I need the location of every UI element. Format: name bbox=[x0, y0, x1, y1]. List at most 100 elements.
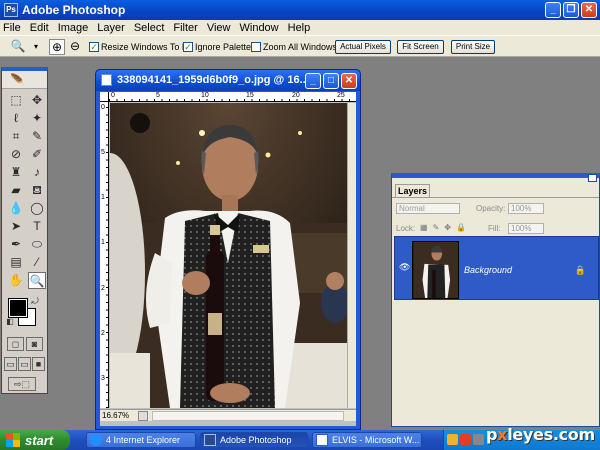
type-icon[interactable]: T bbox=[28, 218, 46, 235]
standard-screen-icon[interactable]: ▭ bbox=[4, 357, 17, 371]
toolbox-header: 🪶 bbox=[2, 71, 47, 89]
ruler-vertical[interactable]: 0 5 1 1 2 2 3 bbox=[100, 102, 109, 408]
slice-icon[interactable]: ✎ bbox=[28, 128, 46, 145]
vertical-scrollbar[interactable] bbox=[347, 103, 356, 408]
blur-icon[interactable]: 💧 bbox=[7, 200, 25, 217]
actual-pixels-button[interactable]: Actual Pixels bbox=[335, 40, 391, 54]
menu-help[interactable]: Help bbox=[288, 22, 311, 34]
magic-wand-icon[interactable]: ✦ bbox=[28, 110, 46, 127]
toolbox-palette: 🪶 ⬚ ✥ ℓ ✦ ⌗ ✎ ⊘ ✐ ♜ ♪ ▰ ⛾ 💧 ◯ ➤ T ✒ ⬭ ▤ … bbox=[1, 67, 48, 394]
fill-field[interactable]: 100% bbox=[508, 223, 544, 234]
start-button[interactable]: start bbox=[0, 430, 70, 450]
zoom-in-icon[interactable]: ⊕ bbox=[49, 39, 65, 55]
standard-mode-icon[interactable]: ◻ bbox=[7, 337, 24, 351]
minimize-button[interactable]: _ bbox=[545, 2, 561, 18]
shape-icon[interactable]: ⬭ bbox=[28, 236, 46, 253]
document-window: 338094141_1959d6b0f9_o.jpg @ 16.... _ □ … bbox=[95, 69, 361, 430]
foreground-color-swatch[interactable] bbox=[8, 298, 28, 318]
taskbar-item-word[interactable]: ELVIS - Microsoft W... bbox=[312, 432, 422, 448]
layers-palette: Layers Normal Opacity: 100% Lock: ▦ ✎ ✥ … bbox=[391, 173, 600, 427]
menu-bar: File Edit Image Layer Select Filter View… bbox=[0, 20, 600, 35]
task-label: 4 Internet Explorer bbox=[106, 435, 181, 445]
menu-image[interactable]: Image bbox=[58, 22, 89, 34]
ruler-label: 0 bbox=[101, 104, 105, 111]
lock-transparency-icon[interactable]: ▦ bbox=[420, 223, 428, 232]
ruler-horizontal[interactable]: 0 5 10 15 20 25 bbox=[109, 92, 356, 102]
menu-select[interactable]: Select bbox=[134, 22, 165, 34]
word-document-icon bbox=[316, 434, 328, 446]
zoom-tool-preset-icon[interactable]: 🔍 bbox=[10, 39, 26, 55]
dodge-icon[interactable]: ◯ bbox=[28, 200, 46, 217]
status-menu-icon[interactable] bbox=[138, 411, 148, 421]
document-icon bbox=[101, 74, 112, 86]
paint-bucket-icon[interactable]: ⛾ bbox=[28, 182, 46, 199]
tray-app-icon[interactable] bbox=[460, 434, 471, 445]
marquee-icon[interactable]: ⬚ bbox=[7, 92, 25, 109]
quick-mask-icon[interactable]: ◙ bbox=[26, 337, 43, 351]
maximize-button[interactable]: ❐ bbox=[563, 2, 579, 18]
crop-icon[interactable]: ⌗ bbox=[7, 128, 25, 145]
brush-icon[interactable]: ✐ bbox=[28, 146, 46, 163]
internet-explorer-icon bbox=[90, 434, 102, 446]
taskbar-item-internet-explorer[interactable]: 4 Internet Explorer bbox=[86, 432, 196, 448]
lock-options: ▦ ✎ ✥ 🔒 bbox=[420, 223, 466, 232]
document-titlebar[interactable]: 338094141_1959d6b0f9_o.jpg @ 16.... _ □ … bbox=[96, 70, 360, 91]
move-icon[interactable]: ✥ bbox=[28, 92, 46, 109]
doc-close-button[interactable]: ✕ bbox=[341, 73, 357, 89]
eyedropper-icon[interactable]: ⁄ bbox=[28, 254, 46, 271]
fit-screen-button[interactable]: Fit Screen bbox=[397, 40, 444, 54]
zoom-icon[interactable]: 🔍 bbox=[28, 272, 46, 289]
chevron-down-icon[interactable]: ▾ bbox=[28, 39, 44, 55]
layer-thumbnail bbox=[412, 241, 459, 299]
zoom-all-windows-checkbox[interactable]: Zoom All Windows bbox=[251, 40, 337, 54]
print-size-button[interactable]: Print Size bbox=[451, 40, 495, 54]
lock-position-icon[interactable]: ✥ bbox=[444, 223, 451, 232]
pen-icon[interactable]: ✒ bbox=[7, 236, 25, 253]
pxleyes-watermark: pxleyes.com bbox=[486, 425, 595, 444]
jump-to-imageready-icon[interactable]: ⇨⬚ bbox=[8, 377, 36, 391]
ruler-label: 2 bbox=[101, 285, 105, 292]
ruler-label: 1 bbox=[101, 239, 105, 246]
horizontal-scrollbar[interactable] bbox=[152, 411, 344, 421]
zoom-out-icon[interactable]: ⊖ bbox=[67, 39, 83, 55]
lock-image-icon[interactable]: ✎ bbox=[433, 223, 440, 232]
menu-file[interactable]: File bbox=[3, 22, 21, 34]
lock-all-icon[interactable]: 🔒 bbox=[456, 223, 466, 232]
document-photo[interactable] bbox=[110, 103, 347, 408]
taskbar-item-photoshop[interactable]: Adobe Photoshop bbox=[200, 432, 308, 448]
tray-app-icon[interactable] bbox=[447, 434, 458, 445]
notes-icon[interactable]: ▤ bbox=[7, 254, 25, 271]
history-brush-icon[interactable]: ♪ bbox=[28, 164, 46, 181]
ignore-palettes-checkbox[interactable]: ✓ Ignore Palettes bbox=[183, 40, 256, 54]
close-button[interactable]: ✕ bbox=[581, 2, 597, 18]
menu-filter[interactable]: Filter bbox=[173, 22, 197, 34]
doc-maximize-button[interactable]: □ bbox=[323, 73, 339, 89]
zoom-level[interactable]: 16.67% bbox=[102, 411, 129, 420]
palette-close-button[interactable] bbox=[588, 174, 597, 182]
volume-icon[interactable] bbox=[473, 434, 484, 445]
opacity-field[interactable]: 100% bbox=[508, 203, 544, 214]
resize-windows-checkbox[interactable]: ✓ Resize Windows To Fit bbox=[89, 40, 192, 54]
menu-layer[interactable]: Layer bbox=[97, 22, 125, 34]
default-colors-icon[interactable]: ◧ bbox=[6, 318, 14, 326]
doc-minimize-button[interactable]: _ bbox=[305, 73, 321, 89]
full-screen-icon[interactable]: ■ bbox=[32, 357, 45, 371]
healing-brush-icon[interactable]: ⊘ bbox=[7, 146, 25, 163]
lasso-icon[interactable]: ℓ bbox=[7, 110, 25, 127]
hand-icon[interactable]: ✋ bbox=[7, 272, 25, 289]
ruler-origin[interactable] bbox=[100, 92, 109, 102]
ignore-palettes-label: Ignore Palettes bbox=[195, 42, 256, 52]
swap-colors-icon[interactable]: ⤾ bbox=[30, 297, 40, 306]
eraser-icon[interactable]: ▰ bbox=[7, 182, 25, 199]
clone-stamp-icon[interactable]: ♜ bbox=[7, 164, 25, 181]
menu-edit[interactable]: Edit bbox=[30, 22, 49, 34]
eye-icon[interactable]: 👁 bbox=[399, 263, 410, 272]
full-screen-menu-icon[interactable]: ▭ bbox=[18, 357, 31, 371]
blend-mode-select[interactable]: Normal bbox=[396, 203, 460, 214]
menu-window[interactable]: Window bbox=[240, 22, 279, 34]
path-select-icon[interactable]: ➤ bbox=[7, 218, 25, 235]
tab-layers[interactable]: Layers bbox=[395, 184, 430, 198]
document-canvas-area: 0 5 10 15 20 25 0 5 1 1 2 2 3 16.67% bbox=[100, 92, 356, 426]
layer-row-background[interactable]: 👁 Background 🔒 bbox=[394, 236, 599, 300]
menu-view[interactable]: View bbox=[207, 22, 231, 34]
